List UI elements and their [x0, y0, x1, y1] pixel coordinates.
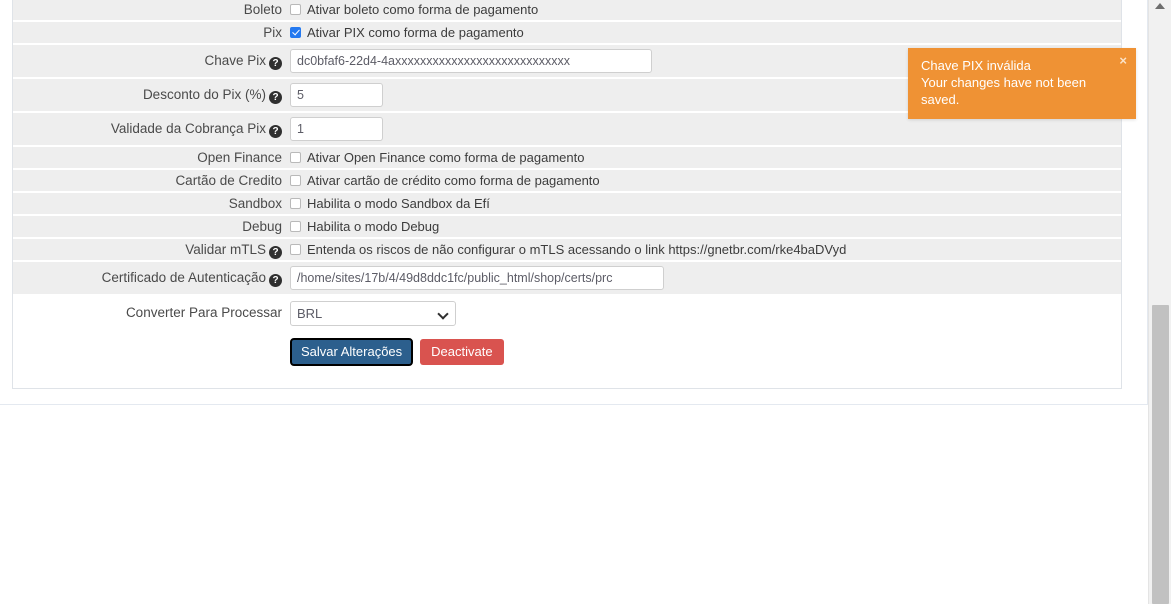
field-sandbox: Habilita o modo Sandbox da Efí: [290, 196, 1121, 212]
help-icon-desconto-do-pix[interactable]: ?: [269, 91, 282, 104]
input-validade-da-cobranca-pix[interactable]: [290, 117, 383, 141]
label-desconto-do-pix: Desconto do Pix (%)?: [13, 85, 290, 105]
toast-title: Chave PIX inválida: [921, 58, 1031, 73]
config-row-sandbox: Sandbox Habilita o modo Sandbox da Efí: [13, 193, 1121, 216]
field-pix: Ativar PIX como forma de pagamento: [290, 25, 1121, 41]
label-boleto: Boleto: [13, 0, 290, 20]
field-converter-para-processar: BRL: [290, 300, 1121, 326]
label-debug: Debug: [13, 216, 290, 237]
checkbox-sandbox[interactable]: [290, 198, 301, 209]
field-cartao-de-credito: Ativar cartão de crédito como forma de p…: [290, 173, 1121, 189]
label-text-certificado-de-autenticacao: Certificado de Autenticação: [101, 270, 266, 285]
field-debug: Habilita o modo Debug: [290, 219, 1121, 235]
label-text-cartao-de-credito: Cartão de Credito: [175, 173, 282, 188]
label-text-boleto: Boleto: [243, 2, 282, 17]
config-row-open-finance: Open Finance Ativar Open Finance como for…: [13, 147, 1121, 170]
label-text-chave-pix: Chave Pix: [204, 53, 266, 68]
label-cartao-de-credito: Cartão de Credito: [13, 170, 290, 191]
checkbox-cartao-de-credito[interactable]: [290, 175, 301, 186]
page-scrollbar[interactable]: [1148, 0, 1171, 604]
error-toast: × Chave PIX inválida Your changes have n…: [908, 48, 1136, 119]
checkbox-boleto[interactable]: [290, 4, 301, 15]
field-boleto: Ativar boleto como forma de pagamento: [290, 2, 1121, 18]
help-icon-chave-pix[interactable]: ?: [269, 57, 282, 70]
label-pix: Pix: [13, 22, 290, 43]
label-validar-mtls: Validar mTLS?: [13, 239, 290, 260]
panel-bottom-spacer: [13, 372, 1121, 378]
label-open-finance: Open Finance: [13, 147, 290, 168]
help-icon-validade-da-cobranca-pix[interactable]: ?: [269, 125, 282, 138]
input-desconto-do-pix[interactable]: [290, 83, 383, 107]
checkbox-label-debug: Habilita o modo Debug: [307, 218, 440, 234]
deactivate-button[interactable]: Deactivate: [420, 339, 504, 365]
checkbox-label-boleto: Ativar boleto como forma de pagamento: [307, 1, 539, 17]
checkbox-open-finance[interactable]: [290, 152, 301, 163]
checkbox-label-sandbox: Habilita o modo Sandbox da Efí: [307, 195, 490, 211]
field-validar-mtls: Entenda os riscos de não configurar o mT…: [290, 242, 1121, 258]
config-row-certificado-de-autenticacao: Certificado de Autenticação?: [13, 262, 1121, 296]
config-row-boleto: Boleto Ativar boleto como forma de pagame…: [13, 0, 1121, 22]
field-certificado-de-autenticacao: [290, 266, 1121, 290]
label-text-desconto-do-pix: Desconto do Pix (%): [142, 87, 266, 102]
label-text-debug: Debug: [242, 219, 282, 234]
label-chave-pix: Chave Pix?: [13, 51, 290, 71]
help-icon-certificado-de-autenticacao[interactable]: ?: [269, 274, 282, 287]
config-row-validar-mtls: Validar mTLS? Entenda os riscos de não co…: [13, 239, 1121, 262]
label-sandbox: Sandbox: [13, 193, 290, 214]
label-text-open-finance: Open Finance: [197, 150, 282, 165]
label-text-validar-mtls: Validar mTLS: [185, 242, 266, 257]
form-actions-row: Salvar Alterações Deactivate: [13, 332, 1121, 372]
label-text-converter-para-processar: Converter Para Processar: [125, 305, 282, 320]
config-row-debug: Debug Habilita o modo Debug: [13, 216, 1121, 239]
label-text-pix: Pix: [263, 25, 282, 40]
label-converter-para-processar: Converter Para Processar: [13, 305, 290, 321]
config-row-cartao-de-credito: Cartão de Credito Ativar cartão de crédit…: [13, 170, 1121, 193]
checkbox-label-cartao-de-credito: Ativar cartão de crédito como forma de p…: [307, 172, 600, 188]
checkbox-debug[interactable]: [290, 221, 301, 232]
form-actions-buttons: Salvar Alterações Deactivate: [290, 338, 1121, 366]
config-row-pix: Pix Ativar PIX como forma de pagamento: [13, 22, 1121, 45]
checkbox-pix[interactable]: [290, 27, 301, 38]
checkbox-label-pix: Ativar PIX como forma de pagamento: [307, 24, 524, 40]
checkbox-validar-mtls[interactable]: [290, 244, 301, 255]
select-wrap-converter-para-processar: BRL: [290, 300, 456, 326]
scroll-up-arrow-icon[interactable]: [1155, 3, 1165, 9]
label-text-sandbox: Sandbox: [228, 196, 282, 211]
help-icon-validar-mtls[interactable]: ?: [269, 246, 282, 259]
scrollbar-thumb[interactable]: [1152, 305, 1169, 604]
label-certificado-de-autenticacao: Certificado de Autenticação?: [13, 268, 290, 288]
config-row-converter-para-processar: Converter Para Processar BRL: [13, 296, 1121, 332]
select-converter-para-processar[interactable]: BRL: [290, 300, 456, 326]
checkbox-label-open-finance: Ativar Open Finance como forma de pagame…: [307, 149, 585, 165]
toast-close-icon[interactable]: ×: [1119, 54, 1127, 67]
save-button[interactable]: Salvar Alterações: [290, 338, 414, 366]
label-validade-da-cobranca-pix: Validade da Cobrança Pix?: [13, 119, 290, 139]
label-text-validade-da-cobranca-pix: Validade da Cobrança Pix: [110, 121, 266, 136]
field-open-finance: Ativar Open Finance como forma de pagame…: [290, 150, 1121, 166]
checkbox-label-validar-mtls: Entenda os riscos de não configurar o mT…: [307, 241, 847, 257]
input-certificado-de-autenticacao[interactable]: [290, 266, 664, 290]
field-validade-da-cobranca-pix: [290, 117, 1121, 141]
input-chave-pix[interactable]: [290, 49, 652, 73]
toast-message: Your changes have not been saved.: [921, 75, 1087, 107]
